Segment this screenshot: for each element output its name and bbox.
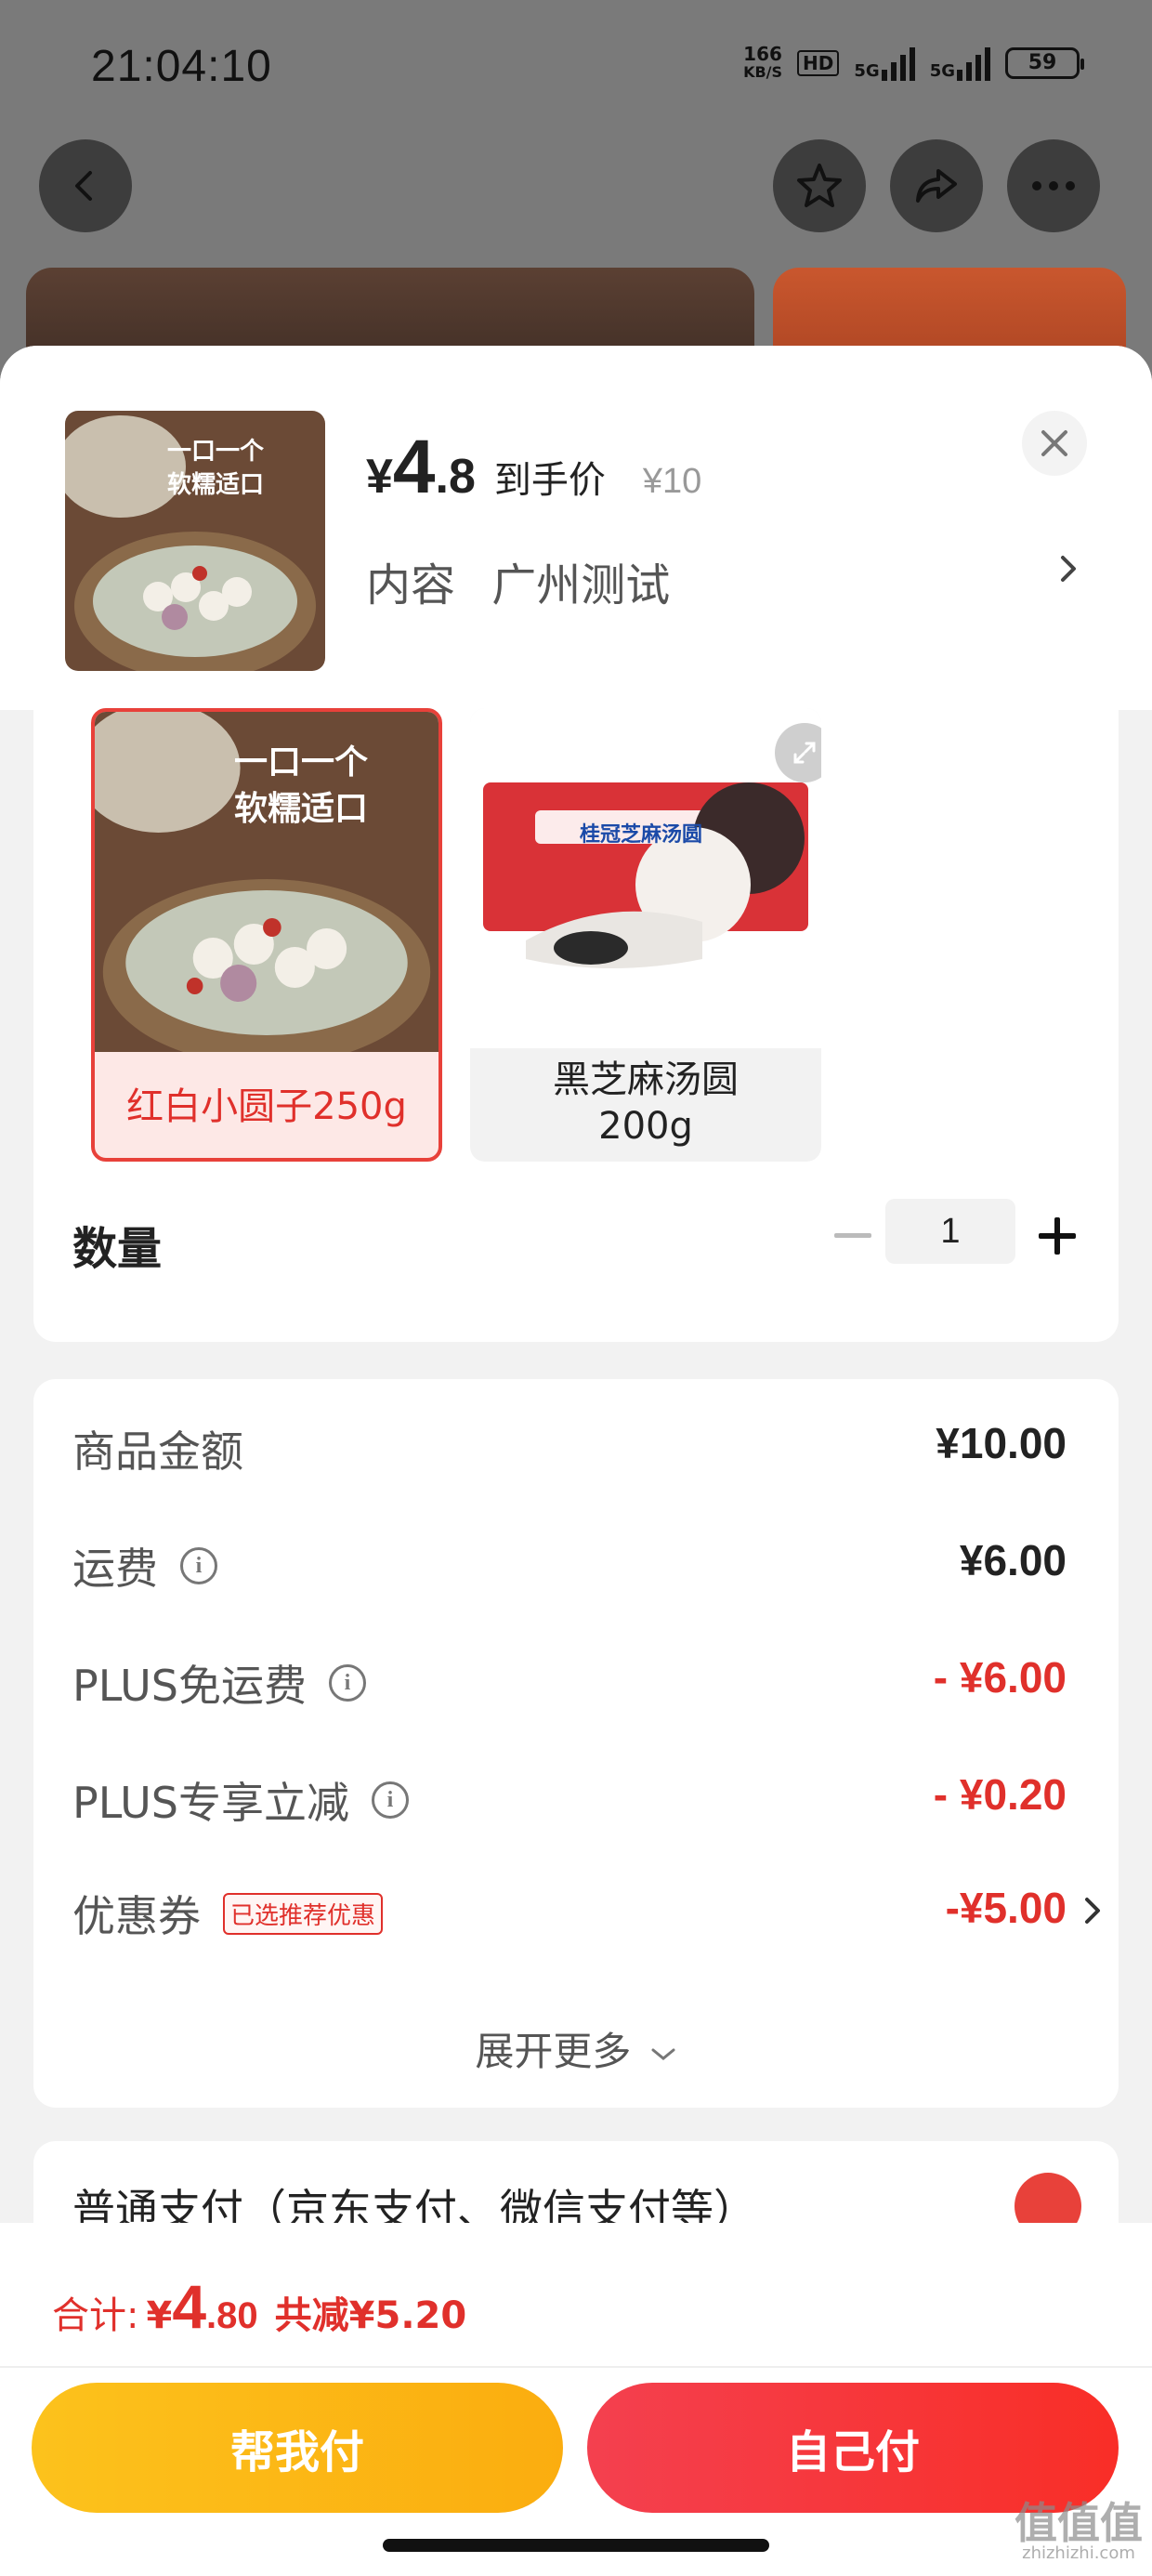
quantity-increase-button[interactable] xyxy=(1029,1208,1085,1264)
star-icon xyxy=(797,164,842,207)
info-icon[interactable]: i xyxy=(328,1664,366,1702)
sheet-header: 一口一个 软糯适口 ¥ 4 .8 到手价 ¥10 内容 广州测试 xyxy=(0,346,1152,710)
status-time: 21:04:10 xyxy=(91,42,272,91)
summary-row-coupon[interactable]: 优惠券 已选推荐优惠 -¥5.00 xyxy=(72,1883,1100,1948)
variant-label-2: 黑芝麻汤圆 200g xyxy=(553,1058,739,1148)
plus-icon xyxy=(1039,1217,1076,1255)
variant-option-1[interactable]: 一口一个 软糯适口 红白小圆子250g xyxy=(91,708,442,1162)
info-icon[interactable]: i xyxy=(180,1547,217,1584)
signal-5g-icon: 5G xyxy=(854,46,915,81)
summary-row-plus-free-shipping: PLUS免运费 i - ¥6.00 xyxy=(72,1653,1067,1711)
price-summary-card: 商品金额 ¥10.00 运费 i ¥6.00 PLUS免运费 i - ¥6.00 P… xyxy=(33,1379,1119,2108)
coupon-badge: 已选推荐优惠 xyxy=(223,1892,384,1935)
quantity-label: 数量 xyxy=(72,1223,163,1275)
summary-row-plus-discount: PLUS专享立减 i - ¥0.20 xyxy=(72,1770,1067,1828)
network-speed: 166 KB/S xyxy=(743,43,783,81)
spec-label: 内容 xyxy=(366,559,456,611)
more-button[interactable] xyxy=(1007,139,1100,232)
original-price: ¥10 xyxy=(642,462,702,501)
chevron-down-icon xyxy=(651,2048,675,2060)
signal-5g-secondary-icon: 5G xyxy=(930,46,990,81)
quantity-decrease-button[interactable] xyxy=(825,1208,881,1264)
final-price-tag: 到手价 xyxy=(493,459,606,502)
summary-row-shipping: 运费 i ¥6.00 xyxy=(72,1536,1067,1594)
share-button[interactable] xyxy=(890,139,983,232)
status-icons: 166 KB/S HD 5G 5G 59 xyxy=(743,43,1084,82)
variant-option-2[interactable]: 桂冠芝麻汤圆 黑芝麻汤圆 200g xyxy=(470,708,821,1162)
close-icon xyxy=(1041,430,1067,456)
expand-icon xyxy=(793,742,816,764)
spec-value: 广州测试 xyxy=(491,559,671,611)
minus-icon xyxy=(834,1233,871,1238)
battery-icon: 59 xyxy=(1005,47,1084,79)
chevron-right-icon[interactable] xyxy=(1055,550,1083,587)
checkout-footer: 合计: ¥ 4 .80 共减¥5.20 帮我付 自己付 值值值 zhizhizh… xyxy=(0,2223,1152,2576)
variant-card: 一口一个 软糯适口 红白小圆子250g 桂冠芝麻汤圆 黑芝麻汤圆 200g 数量 xyxy=(33,708,1119,1342)
back-button[interactable] xyxy=(39,139,132,232)
divider xyxy=(0,2366,1152,2368)
chevron-left-icon xyxy=(75,171,92,201)
favorite-button[interactable] xyxy=(773,139,866,232)
home-indicator[interactable] xyxy=(383,2539,769,2552)
status-bar: 21:04:10 166 KB/S HD 5G 5G 59 xyxy=(0,0,1152,139)
more-dots-icon xyxy=(1032,181,1075,191)
price-display: ¥ 4 .8 到手价 ¥10 xyxy=(366,425,702,509)
close-button[interactable] xyxy=(1022,411,1087,476)
spec-selector[interactable]: 内容 广州测试 xyxy=(366,548,692,613)
hd-icon: HD xyxy=(797,50,840,76)
total-saved: 共减¥5.20 xyxy=(274,2294,467,2337)
watermark: 值值值 zhizhizhi.com xyxy=(1015,2498,1143,2563)
expand-more-button[interactable]: 展开更多 xyxy=(33,2020,1119,2077)
self-pay-button[interactable]: 自己付 xyxy=(587,2383,1119,2513)
product-thumbnail: 一口一个 软糯适口 xyxy=(65,411,325,671)
quantity-input[interactable]: 1 xyxy=(885,1199,1015,1264)
info-icon[interactable]: i xyxy=(371,1781,409,1819)
share-icon xyxy=(916,169,957,203)
total-price: 合计: ¥ 4 .80 共减¥5.20 xyxy=(52,2272,467,2341)
chevron-right-icon xyxy=(1085,1898,1100,1924)
summary-row-goods-amount: 商品金额 ¥10.00 xyxy=(72,1419,1067,1477)
variant-image-2 xyxy=(470,708,821,1048)
help-pay-button[interactable]: 帮我付 xyxy=(32,2383,563,2513)
variant-label-1: 红白小圆子250g xyxy=(126,1085,407,1128)
